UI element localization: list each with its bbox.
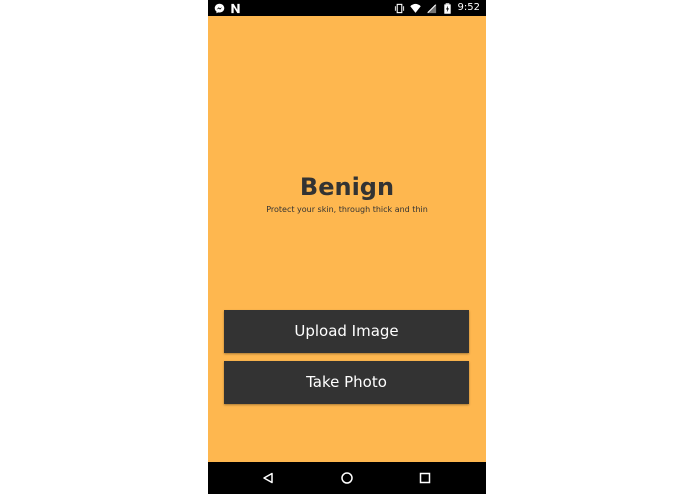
app-screen: 9:52 Benign Protect your skin, through t… [208,0,486,494]
upload-image-button[interactable]: Upload Image [224,310,469,353]
status-left-icons [214,2,241,14]
status-right-icons: 9:52 [394,1,480,15]
app-tagline: Protect your skin, through thick and thi… [266,205,428,214]
wifi-icon [409,3,421,13]
back-icon[interactable] [261,470,277,486]
messenger-icon [214,3,225,13]
app-title: Benign [299,173,395,201]
navigation-bar [208,462,486,494]
vibrate-icon [394,3,404,13]
battery-charging-icon [443,2,451,14]
take-photo-button[interactable]: Take Photo [224,361,469,404]
recents-icon[interactable] [417,470,433,486]
status-time: 9:52 [457,2,480,13]
status-bar: 9:52 [208,0,486,16]
hero-section: Benign Protect your skin, through thick … [208,172,486,216]
cell-signal-icon [426,3,436,13]
n-notification-icon [231,3,240,13]
home-icon[interactable] [339,470,355,486]
